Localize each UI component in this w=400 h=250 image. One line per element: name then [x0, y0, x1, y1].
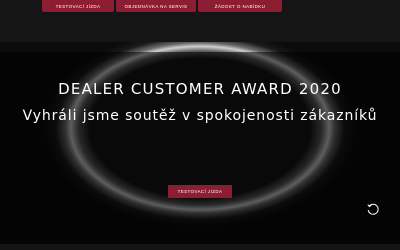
replay-icon[interactable] [366, 202, 380, 216]
offer-request-button[interactable]: ŽÁDOST O NABÍDKU [198, 0, 282, 12]
bottom-strip [0, 244, 400, 250]
service-booking-button[interactable]: OBJEDNÁVKA NA SERVIS [116, 0, 196, 12]
hero-test-drive-button[interactable]: TESTOVACÍ JÍZDA [168, 185, 232, 198]
top-bar: TESTOVACÍ JÍZDA OBJEDNÁVKA NA SERVIS ŽÁD… [0, 0, 400, 42]
hero-title: DEALER CUSTOMER AWARD 2020 [58, 80, 342, 98]
top-button-row: TESTOVACÍ JÍZDA OBJEDNÁVKA NA SERVIS ŽÁD… [0, 0, 400, 14]
hero-subtitle: Vyhráli jsme soutěž v spokojenosti zákaz… [22, 108, 378, 124]
test-drive-button[interactable]: TESTOVACÍ JÍZDA [42, 0, 114, 12]
